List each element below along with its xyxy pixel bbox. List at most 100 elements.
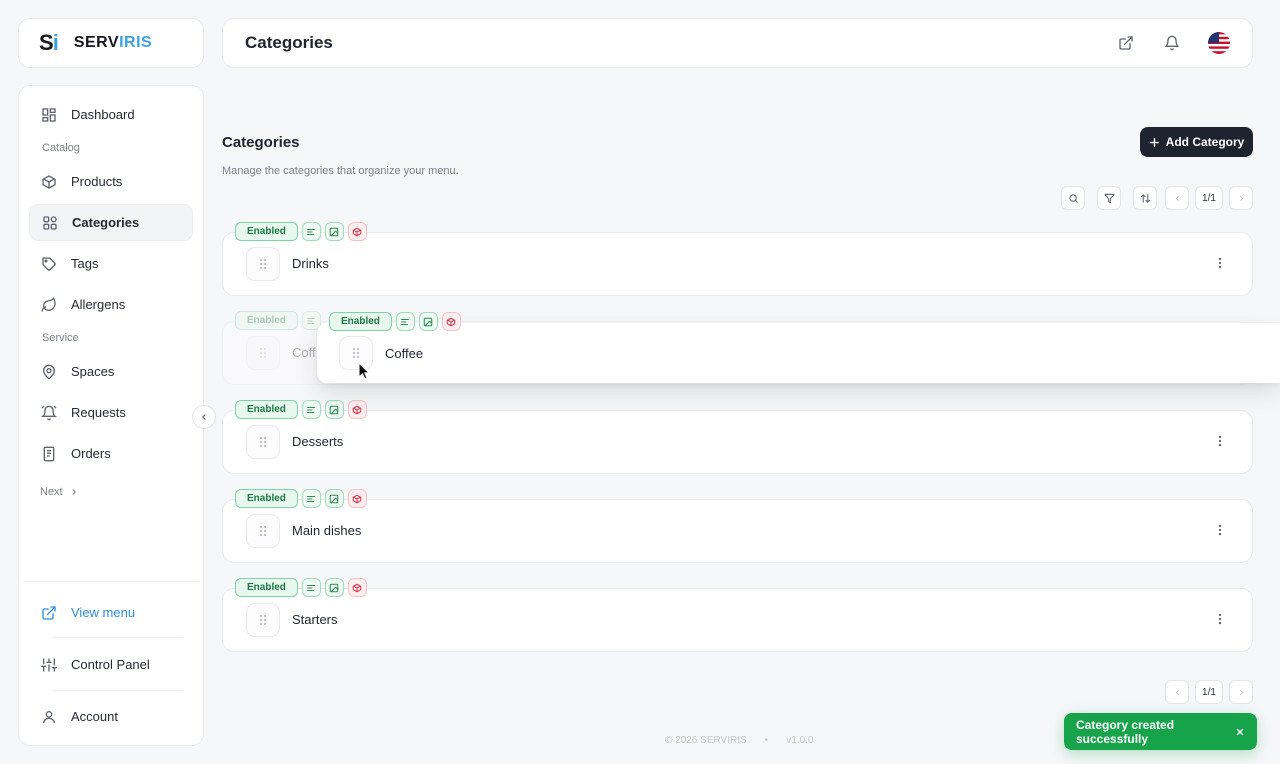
plus-icon	[1149, 137, 1159, 147]
logo-text: SERVIRIS	[73, 34, 153, 51]
chevron-left-icon	[202, 414, 206, 420]
more-vertical-icon[interactable]	[1213, 434, 1227, 448]
sidebar-divider	[53, 637, 183, 638]
sidebar-item-requests[interactable]: Requests	[29, 394, 193, 431]
sidebar-item-tags[interactable]: Tags	[29, 245, 193, 282]
allergen-badge-icon	[347, 489, 367, 508]
sidebar-item-label: Control Panel	[71, 657, 150, 672]
box-icon	[41, 174, 57, 190]
logo-mark: Si	[39, 30, 59, 55]
drag-handle-icon[interactable]	[246, 425, 280, 459]
category-row[interactable]: Enabled Starters	[222, 578, 1253, 652]
search-button[interactable]	[1061, 186, 1085, 210]
add-category-button[interactable]: Add Category	[1140, 127, 1253, 157]
sidebar-section-service: Service	[42, 332, 79, 344]
dashboard-icon	[41, 107, 57, 123]
notification-bell-icon[interactable]	[1162, 33, 1182, 53]
sidebar-item-label: Account	[71, 709, 118, 724]
leaf-icon	[41, 296, 57, 313]
sidebar-divider	[23, 581, 199, 582]
drag-handle-icon[interactable]	[246, 247, 280, 281]
sidebar-item-control-panel[interactable]: Control Panel	[29, 646, 193, 683]
category-name: Coff	[292, 345, 316, 360]
user-icon	[41, 709, 57, 725]
external-link-icon[interactable]	[1116, 33, 1136, 53]
sidebar: Dashboard Catalog Products Categories Ta…	[18, 85, 204, 746]
chevron-right-icon	[69, 487, 79, 497]
sidebar-item-label: Allergens	[71, 297, 126, 312]
drag-handle-icon	[246, 336, 280, 370]
sidebar-next-link[interactable]: Next	[29, 480, 193, 504]
footer-version: v1.0.0	[786, 735, 814, 746]
category-name: Coffee	[385, 346, 424, 361]
status-badge: Enabled	[235, 578, 298, 597]
more-vertical-icon[interactable]	[1213, 256, 1227, 270]
description-badge-icon	[301, 400, 321, 419]
tag-icon	[41, 256, 57, 272]
sidebar-item-orders[interactable]: Orders	[29, 435, 193, 472]
footer-copyright: © 2026 SERVIRIS	[665, 735, 747, 746]
sidebar-item-label: Categories	[72, 215, 140, 230]
category-name: Desserts	[292, 434, 344, 449]
status-badge: Enabled	[329, 312, 392, 331]
category-row[interactable]: Enabled Desserts	[222, 400, 1253, 474]
toast-message: Category created successfully	[1076, 717, 1175, 746]
row-badges: Enabled	[329, 312, 461, 331]
sidebar-item-dashboard[interactable]: Dashboard	[29, 96, 193, 133]
category-row-dragging[interactable]: Enabled Coffee	[317, 312, 1280, 383]
view-menu-label: View menu	[71, 605, 136, 620]
image-badge-icon	[324, 400, 344, 419]
next-page-button[interactable]	[1229, 680, 1253, 704]
sidebar-item-label: Orders	[71, 446, 111, 461]
sidebar-item-label: Tags	[71, 256, 99, 271]
prev-page-button[interactable]	[1165, 186, 1189, 210]
sidebar-item-categories[interactable]: Categories	[29, 204, 193, 241]
receipt-icon	[41, 446, 57, 462]
next-page-button[interactable]	[1229, 186, 1253, 210]
description-badge-icon	[395, 312, 415, 331]
chevron-left-icon	[1175, 689, 1179, 695]
sidebar-divider	[53, 690, 183, 691]
prev-page-button[interactable]	[1165, 680, 1189, 704]
image-badge-icon	[324, 578, 344, 597]
close-icon[interactable]	[1235, 727, 1245, 737]
page-title: Categories	[245, 33, 333, 52]
row-badges: Enabled	[235, 311, 321, 330]
row-badges: Enabled	[235, 489, 367, 508]
sidebar-item-allergens[interactable]: Allergens	[29, 286, 193, 323]
status-badge: Enabled	[235, 222, 298, 241]
sidebar-item-label: Dashboard	[71, 107, 135, 122]
page-indicator: 1/1	[1195, 680, 1223, 704]
allergen-badge-icon	[347, 222, 367, 241]
sort-button[interactable]	[1133, 186, 1157, 210]
filter-icon	[1103, 193, 1115, 203]
image-badge-icon	[324, 489, 344, 508]
drag-handle-icon[interactable]	[246, 603, 280, 637]
sidebar-section-catalog: Catalog	[42, 142, 80, 154]
image-badge-icon	[418, 312, 438, 331]
more-vertical-icon[interactable]	[1213, 523, 1227, 537]
sidebar-item-spaces[interactable]: Spaces	[29, 353, 193, 390]
category-row[interactable]: Enabled Main dishes	[222, 489, 1253, 563]
chevron-left-icon	[1175, 195, 1179, 201]
sidebar-next-label: Next	[40, 486, 63, 498]
sidebar-collapse-button[interactable]	[192, 405, 216, 429]
drag-handle-icon[interactable]	[246, 514, 280, 548]
language-flag-us-icon[interactable]	[1208, 32, 1230, 54]
footer-separator: •	[764, 735, 769, 746]
chevron-right-icon	[1239, 195, 1243, 201]
category-row[interactable]: Enabled Drinks	[222, 222, 1253, 296]
sort-icon	[1140, 193, 1150, 203]
success-toast: Category created successfully	[1064, 713, 1257, 750]
sidebar-item-account[interactable]: Account	[29, 698, 193, 735]
status-badge: Enabled	[235, 311, 298, 330]
search-icon	[1068, 193, 1078, 203]
category-name: Drinks	[292, 256, 329, 271]
view-menu-link[interactable]: View menu	[29, 594, 193, 631]
brand-logo[interactable]: Si SERVIRIS	[18, 18, 204, 68]
status-badge: Enabled	[235, 400, 298, 419]
filter-button[interactable]	[1097, 186, 1121, 210]
sidebar-item-products[interactable]: Products	[29, 163, 193, 200]
location-icon	[41, 364, 57, 380]
more-vertical-icon[interactable]	[1213, 612, 1227, 626]
